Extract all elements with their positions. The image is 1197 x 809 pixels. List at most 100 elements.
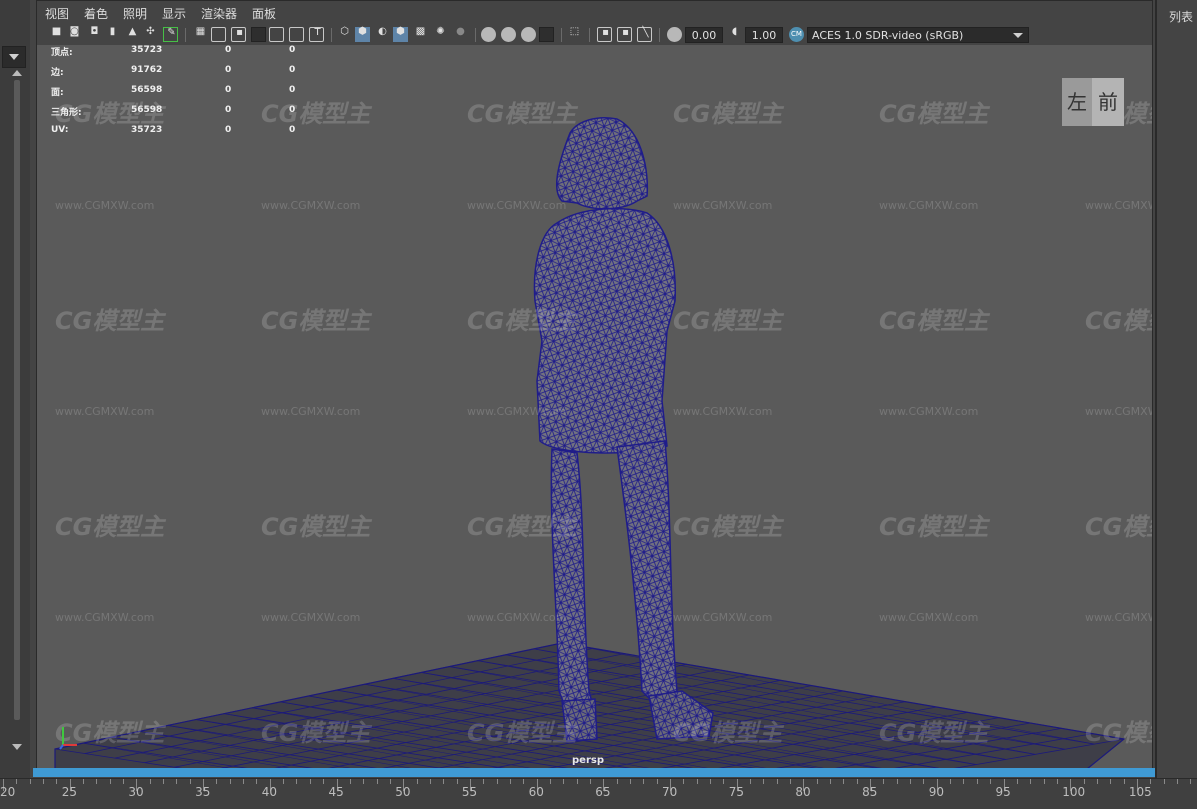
view-cube[interactable]: 左 前 bbox=[1062, 78, 1124, 126]
depth-of-field-icon[interactable] bbox=[539, 27, 554, 42]
gate-mask-icon[interactable] bbox=[251, 27, 266, 42]
watermark-url: www.CGMXW.com bbox=[55, 611, 155, 624]
ruler-tick bbox=[163, 779, 165, 784]
wireframe-on-shaded-icon[interactable]: ◐ bbox=[375, 26, 390, 42]
grease-pencil-icon[interactable]: ✎ bbox=[163, 27, 178, 42]
isolate-select-icon[interactable]: ⬚ bbox=[567, 26, 582, 42]
watermark-url: www.CGMXW.com bbox=[467, 405, 567, 418]
ruler-tick bbox=[750, 779, 752, 784]
ruler-frame-label: 25 bbox=[61, 785, 77, 799]
xray-active-icon[interactable]: ▪ bbox=[617, 27, 632, 42]
menu-lighting[interactable]: 照明 bbox=[123, 5, 147, 22]
watermark-logo: CG模型主 bbox=[1085, 719, 1152, 747]
ruler-tick bbox=[429, 779, 431, 784]
scroll-up-icon[interactable] bbox=[12, 70, 22, 76]
right-panel: 列表 bbox=[1155, 0, 1197, 780]
xray-icon[interactable]: ▩ bbox=[413, 26, 428, 42]
watermark-logo: CG模型主 bbox=[879, 513, 989, 541]
safe-action-icon[interactable] bbox=[289, 27, 304, 42]
watermark-logo: CG模型主 bbox=[673, 719, 783, 747]
gamma-icon[interactable]: ◖ bbox=[727, 26, 742, 42]
viewport-panel[interactable]: CG模型主 CG模型主 CG模型主 CG模型主 CG模型主 CG模型主 CG模型主 CG模型主… bbox=[36, 0, 1153, 772]
view-cube-left-face[interactable]: 左 bbox=[1062, 78, 1092, 126]
exposure-icon[interactable] bbox=[667, 27, 682, 42]
watermark-logo: CG模型主 bbox=[467, 100, 577, 128]
ruler-tick bbox=[509, 779, 511, 784]
ambient-occlusion-icon[interactable] bbox=[481, 27, 496, 42]
xray-joints-icon[interactable]: ▪ bbox=[597, 27, 612, 42]
ruler-tick bbox=[1043, 779, 1045, 784]
ruler-tick bbox=[950, 779, 952, 784]
menu-view[interactable]: 视图 bbox=[45, 5, 69, 22]
antialiasing-icon[interactable] bbox=[521, 27, 536, 42]
safe-title-icon[interactable]: T bbox=[309, 27, 324, 42]
color-space-value: ACES 1.0 SDR-video (sRGB) bbox=[812, 29, 964, 42]
backface-culling-icon[interactable]: ╲ bbox=[637, 27, 652, 42]
ruler-tick bbox=[496, 779, 498, 784]
menu-shading[interactable]: 着色 bbox=[84, 5, 108, 22]
ruler-tick bbox=[309, 779, 311, 784]
menu-show[interactable]: 显示 bbox=[162, 5, 186, 22]
textured-icon[interactable]: ⬢ bbox=[393, 26, 408, 42]
ruler-frame-label: 45 bbox=[328, 785, 344, 799]
ruler-tick bbox=[896, 779, 898, 784]
ruler-tick bbox=[883, 779, 885, 784]
two-d-pan-icon[interactable]: ✣ bbox=[143, 26, 158, 42]
bookmark-icon[interactable]: ▮ bbox=[105, 26, 120, 42]
ruler-tick bbox=[723, 779, 725, 784]
ruler-tick bbox=[376, 779, 378, 784]
outliner-list-label[interactable]: 列表 bbox=[1169, 8, 1193, 25]
camera-attr-icon[interactable]: ◙ bbox=[67, 26, 82, 42]
color-space-select[interactable]: ACES 1.0 SDR-video (sRGB) bbox=[807, 27, 1029, 43]
ruler-frame-label: 30 bbox=[128, 785, 144, 799]
resolution-gate-icon[interactable]: ▪ bbox=[231, 27, 246, 42]
ruler-tick bbox=[16, 779, 18, 784]
lights-icon[interactable]: ✺ bbox=[433, 26, 448, 42]
ruler-tick bbox=[923, 779, 925, 784]
exposure-field[interactable]: 0.00 bbox=[685, 27, 723, 43]
watermark-logo: CG模型主 bbox=[261, 307, 371, 335]
ruler-tick bbox=[1056, 779, 1058, 784]
ruler-tick bbox=[229, 779, 231, 784]
watermark-url: www.CGMXW.com bbox=[1085, 405, 1152, 418]
watermark-url: www.CGMXW.com bbox=[261, 199, 361, 212]
wireframe-icon[interactable]: ⬡ bbox=[337, 26, 352, 42]
dropdown-button[interactable] bbox=[2, 46, 26, 68]
vertical-scrollbar[interactable] bbox=[14, 80, 20, 720]
ruler-tick bbox=[149, 779, 151, 784]
smooth-shade-icon[interactable]: ⬢ bbox=[355, 26, 370, 42]
ruler-tick bbox=[1123, 779, 1125, 784]
motion-blur-icon[interactable] bbox=[501, 27, 516, 42]
image-plane-icon[interactable]: ▲ bbox=[125, 26, 140, 42]
shadows-icon[interactable]: ● bbox=[453, 26, 468, 42]
field-chart-icon[interactable] bbox=[269, 27, 284, 42]
ruler-tick bbox=[656, 779, 658, 784]
ruler-tick bbox=[96, 779, 98, 784]
ruler-tick bbox=[43, 779, 45, 784]
ruler-tick bbox=[1163, 779, 1165, 784]
ruler-tick bbox=[683, 779, 685, 784]
watermark-logo: CG模型主 bbox=[1085, 513, 1152, 541]
watermark-logo: CG模型主 bbox=[467, 307, 577, 335]
ruler-frame-label: 50 bbox=[395, 785, 411, 799]
film-gate-icon[interactable] bbox=[211, 27, 226, 42]
scroll-down-icon[interactable] bbox=[12, 744, 22, 750]
color-mgmt-icon[interactable]: CM bbox=[789, 27, 804, 42]
ruler-tick bbox=[696, 779, 698, 784]
camera-lock-icon[interactable]: ◘ bbox=[87, 26, 102, 42]
menu-panels[interactable]: 面板 bbox=[252, 5, 276, 22]
ruler-tick bbox=[589, 779, 591, 784]
time-slider[interactable]: 20 25 30 35 40 45 50 55 60 65 70 75 80 85 90 95 100 105 bbox=[0, 778, 1197, 809]
ruler-tick bbox=[710, 779, 712, 784]
camera-icon[interactable]: ■ bbox=[49, 26, 64, 42]
gamma-field[interactable]: 1.00 bbox=[745, 27, 783, 43]
ruler-tick bbox=[1096, 779, 1098, 784]
watermark-url: www.CGMXW.com bbox=[467, 611, 567, 624]
ruler-tick bbox=[83, 779, 85, 784]
ruler-tick bbox=[910, 779, 912, 784]
watermark-logo: CG模型主 bbox=[1085, 307, 1152, 335]
ruler-tick bbox=[843, 779, 845, 784]
grid-icon[interactable]: ▦ bbox=[193, 26, 208, 42]
view-cube-front-face[interactable]: 前 bbox=[1092, 78, 1124, 126]
menu-renderer[interactable]: 渲染器 bbox=[201, 5, 237, 22]
